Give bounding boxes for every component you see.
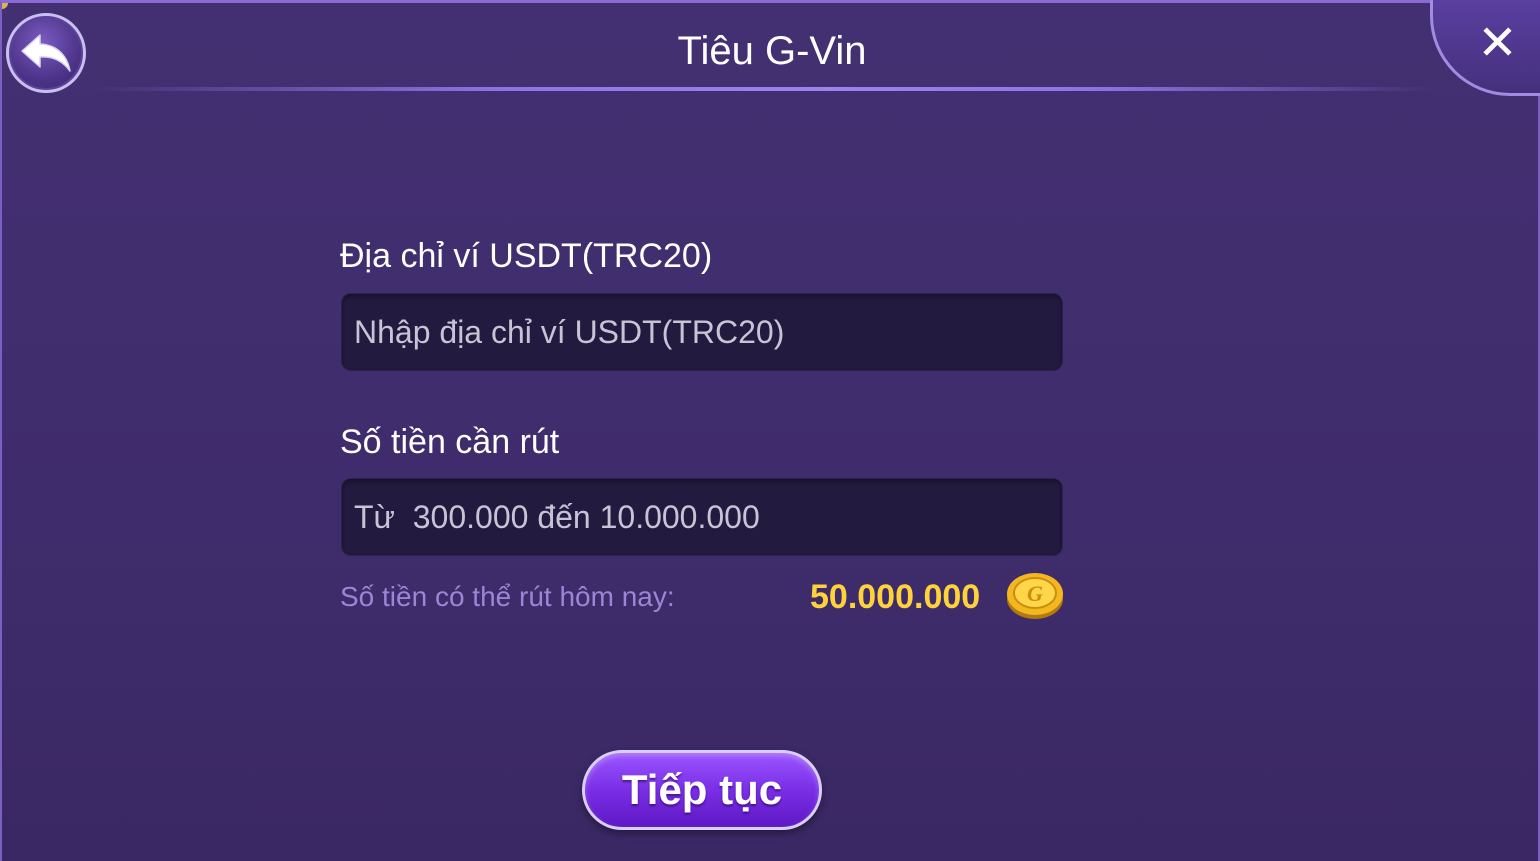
available-today-label: Số tiền có thể rút hôm nay: xyxy=(340,581,675,612)
coin-letter: G xyxy=(1027,581,1043,606)
back-arrow-icon xyxy=(21,34,71,72)
withdraw-dialog: Tiêu G-Vin ✕ Địa chỉ ví USDT(TRC20) Số t… xyxy=(0,0,1540,861)
dialog-title: Tiêu G-Vin xyxy=(677,29,867,73)
close-icon: ✕ xyxy=(1477,17,1518,70)
header-divider xyxy=(92,87,1432,91)
amount-input[interactable] xyxy=(342,479,1062,555)
back-button[interactable] xyxy=(6,13,86,93)
wallet-address-field-box xyxy=(341,293,1063,371)
corner-decoration xyxy=(2,3,8,9)
available-today-value: 50.000.000 xyxy=(810,578,981,616)
amount-field-box xyxy=(341,478,1063,556)
wallet-address-input[interactable] xyxy=(342,294,1062,370)
wallet-address-label: Địa chỉ ví USDT(TRC20) xyxy=(340,237,713,275)
gold-coin-icon: G xyxy=(1007,573,1063,619)
continue-button[interactable]: Tiếp tục xyxy=(582,750,822,830)
amount-label: Số tiền cần rút xyxy=(340,423,560,461)
close-button[interactable]: ✕ xyxy=(1430,0,1540,96)
